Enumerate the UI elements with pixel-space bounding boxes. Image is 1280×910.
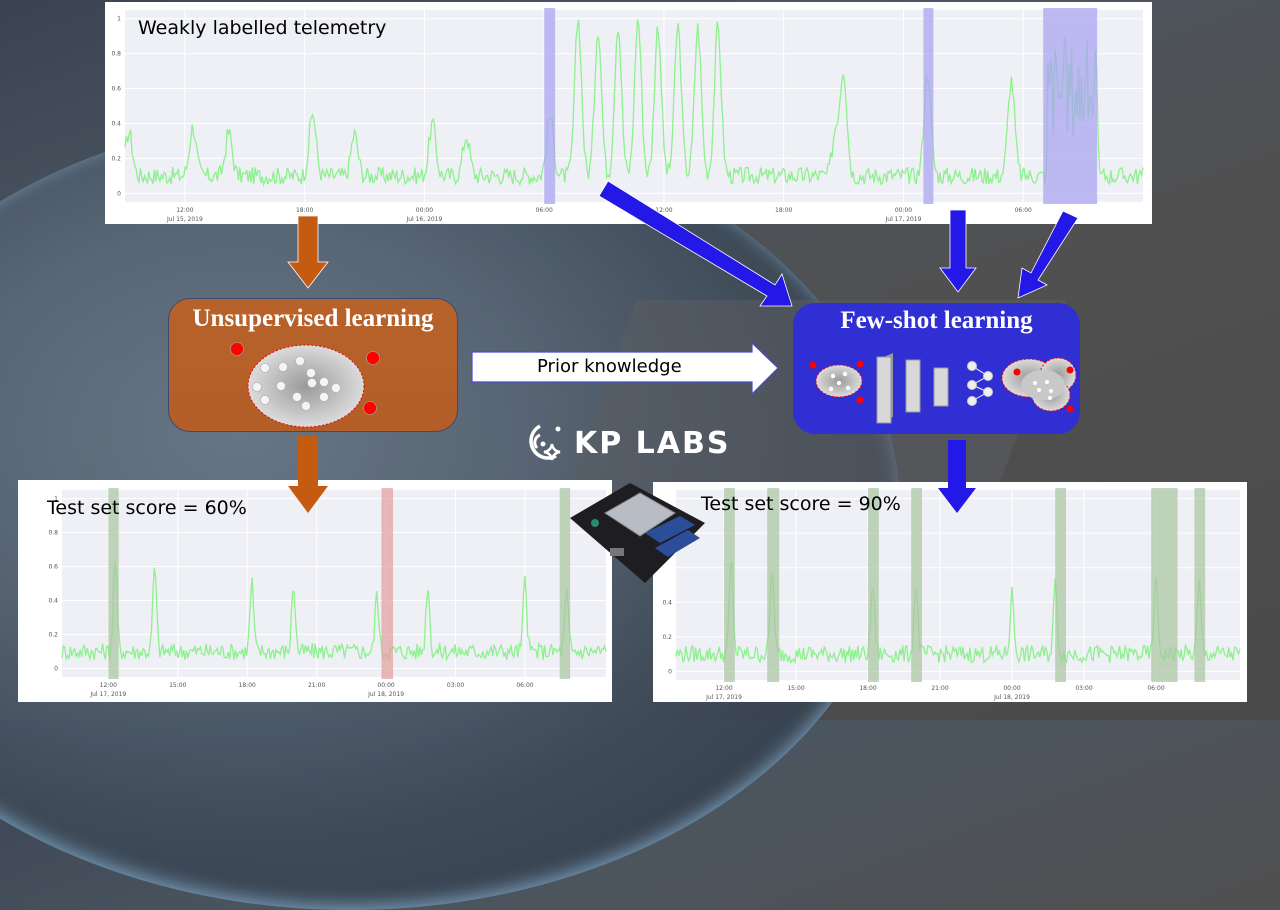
label-band-correct [1151,488,1178,682]
panel-title: Weakly labelled telemetry [138,17,387,39]
score-label: Test set score = 60% [47,497,247,519]
x-tick-label: 12:00 [100,682,117,689]
x-tick-label: 06:00 [1015,207,1032,214]
x-tick-label: 21:00 [931,685,948,692]
fewshot-result-chart: 0 0.2 0.4 12:00 Jul 17, 2019 15:00 18:00 21:00 0… [662,488,1241,701]
x-tick-label: 03:00 [1075,685,1092,692]
x-tick-label: 06:00 [516,682,533,689]
label-band-correct [724,488,735,682]
unsupervised-learning-box: Unsupervised learning [168,298,458,432]
fewshot-result-panel: 0 0.2 0.4 12:00 Jul 17, 2019 15:00 18:00 21:00 0… [653,482,1247,702]
x-tick-label: 00:00 [377,682,394,689]
score-label: Test set score = 90% [701,493,901,515]
x-tick-sublabel: Jul 18, 2019 [367,691,404,698]
label-band-wrong [381,488,394,679]
y-tick-label: 0.6 [48,564,58,571]
label-band-correct [1055,488,1066,682]
y-tick-label: 0.8 [48,530,58,537]
blue-arrow-diagonal-icon [1017,210,1079,299]
label-band-weak_label [544,8,556,204]
kp-labs-logo: KP LABS [520,420,731,466]
small-cluster-icon [809,360,864,404]
x-tick-label: 06:00 [1147,685,1164,692]
unsupervised-result-panel: 0 0.2 0.4 0.6 0.8 1 12:00 Jul 17, 2019 15:00 18:0… [18,480,612,702]
x-tick-sublabel: Jul 18, 2019 [993,694,1030,701]
x-tick-sublabel: Jul 16, 2019 [405,216,442,223]
x-tick-label: 12:00 [655,207,672,214]
x-tick-label: 18:00 [775,207,792,214]
x-tick-label: 15:00 [169,682,186,689]
merged-cluster-icon [1001,357,1077,413]
prior-knowledge-label: Prior knowledge [537,356,682,377]
logo-text: KP LABS [574,425,731,461]
x-tick-label: 03:00 [447,682,464,689]
label-band-weak_label [923,8,934,204]
fpga-board-image [570,483,705,583]
y-tick-label: 1 [117,16,121,23]
y-tick-label: 0 [54,666,58,673]
fewshot-pipeline-icon [809,353,1077,424]
fewshot-learning-box: Few-shot learning [793,303,1080,434]
network-icon [967,361,993,406]
x-tick-label: 06:00 [536,207,553,214]
x-tick-sublabel: Jul 17, 2019 [885,216,922,223]
x-tick-label: 18:00 [859,685,876,692]
y-tick-label: 0.2 [111,155,121,162]
x-tick-sublabel: Jul 17, 2019 [89,691,126,698]
kp-labs-logo-icon [529,424,561,461]
y-tick-label: 0.2 [662,634,672,641]
x-tick-label: 12:00 [715,685,732,692]
y-tick-label: 0.4 [111,120,121,127]
label-band-weak_label [1043,8,1098,204]
y-tick-label: 0.4 [662,599,672,606]
cluster-icon [230,342,380,428]
y-tick-label: 0.6 [111,86,121,93]
x-tick-label: 00:00 [895,207,912,214]
x-tick-label: 18:00 [239,682,256,689]
label-band-correct [911,488,922,682]
x-tick-label: 21:00 [308,682,325,689]
weak-telemetry-panel: 0 0.2 0.4 0.6 0.8 1 12:00 Jul 15, 2019 18:00 00:0… [105,2,1152,224]
y-tick-label: 0.4 [48,598,58,605]
y-tick-label: 0 [668,668,672,675]
x-tick-label: 18:00 [296,207,313,214]
label-band-correct [868,488,879,682]
x-tick-label: 00:00 [1003,685,1020,692]
y-tick-label: 0 [117,190,121,197]
x-tick-sublabel: Jul 17, 2019 [705,694,742,701]
x-tick-label: 00:00 [416,207,433,214]
cnn-layers-icon [876,353,949,424]
x-tick-label: 15:00 [787,685,804,692]
label-band-correct [1194,488,1206,682]
label-band-correct [767,488,780,682]
y-tick-label: 0.2 [48,632,58,639]
x-tick-label: 12:00 [176,207,193,214]
y-tick-label: 0.8 [111,51,121,58]
x-tick-sublabel: Jul 15, 2019 [166,216,203,223]
